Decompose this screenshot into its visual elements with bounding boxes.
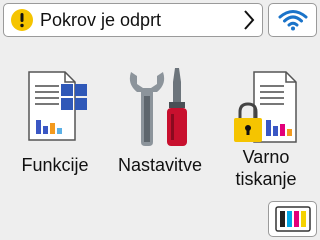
tile-secure-print[interactable]: Varno tiskanje (218, 60, 314, 200)
tile-functions-label: Funkcije (21, 155, 89, 175)
functions-icon (28, 71, 87, 141)
tile-settings[interactable]: Nastavitve (110, 60, 210, 200)
tile-settings-label: Nastavitve (117, 155, 203, 175)
settings-tools-icon (129, 68, 187, 146)
ink-button[interactable] (268, 201, 317, 237)
chevron-right-icon (244, 10, 255, 30)
warning-icon (11, 9, 33, 31)
ink-cartridges-icon (274, 206, 311, 232)
tile-secure-print-label-line1: Varno (242, 147, 290, 167)
tile-secure-print-label-line2: tiskanje (235, 169, 297, 189)
wifi-icon (278, 10, 307, 31)
wifi-button[interactable] (268, 3, 317, 37)
tile-functions[interactable]: Funkcije (10, 60, 100, 200)
status-message: Pokrov je odprt (40, 9, 162, 30)
secure-print-icon (234, 71, 297, 143)
status-bar[interactable]: Pokrov je odprt (3, 3, 263, 37)
